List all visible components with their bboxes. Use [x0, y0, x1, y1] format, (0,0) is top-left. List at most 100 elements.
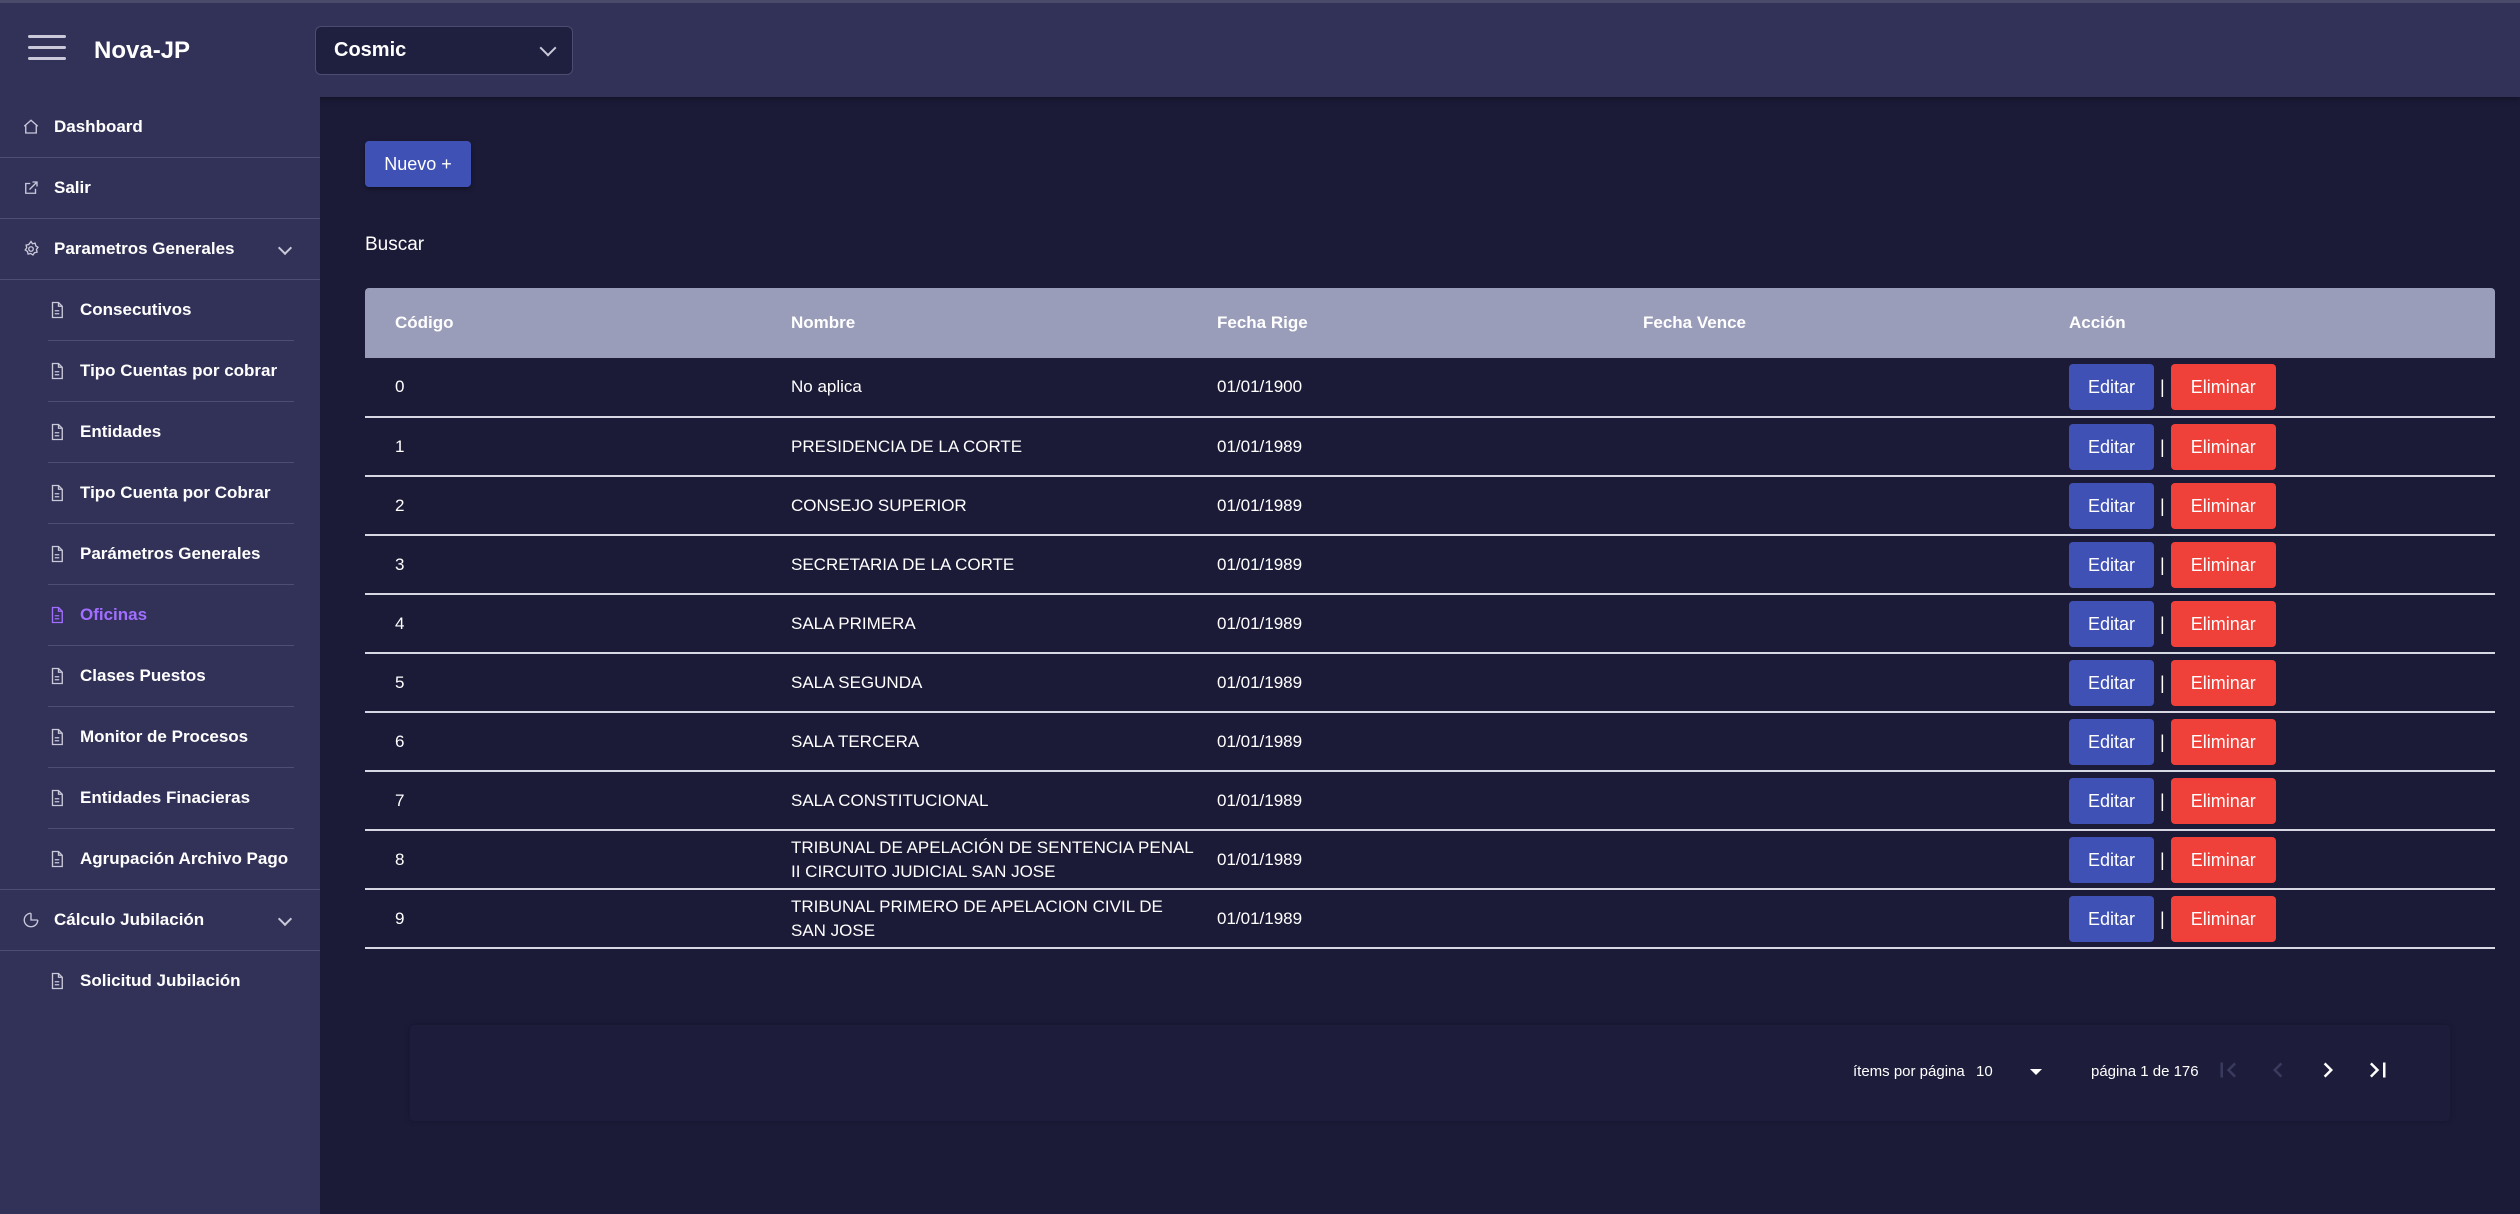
- cell-codigo-value: 1: [395, 436, 405, 456]
- cell-codigo-value: 2: [395, 495, 405, 515]
- edit-button[interactable]: Editar: [2069, 423, 2155, 470]
- sidebar-item-dashboard[interactable]: Dashboard: [0, 97, 320, 158]
- sidebar-item-oficinas[interactable]: Oficinas: [48, 585, 294, 646]
- cell-accion: Editar | Eliminar: [2069, 358, 2495, 417]
- cell-codigo: 8: [365, 830, 791, 889]
- delete-button[interactable]: Eliminar: [2170, 836, 2276, 883]
- cell-fecha-rige-value: 01/01/1989: [1217, 790, 1303, 810]
- cell-fecha-vence: [1643, 535, 2069, 594]
- previous-page-icon[interactable]: [2263, 1055, 2293, 1085]
- cell-accion: Editar | Eliminar: [2069, 476, 2495, 535]
- sidebar-item-label: Oficinas: [80, 605, 148, 624]
- chevron-down-icon[interactable]: [277, 240, 293, 256]
- table-row: 0 No aplica 01/01/1900 Editar | Eliminar: [365, 358, 2495, 417]
- new-button[interactable]: Nuevo +: [365, 141, 471, 187]
- cell-fecha-rige: 01/01/1989: [1217, 889, 1643, 948]
- sidebar-item-entidades-finacieras[interactable]: Entidades Finacieras: [48, 768, 294, 829]
- table-row: 9 TRIBUNAL PRIMERO DE APELACION CIVIL DE …: [365, 889, 2495, 948]
- edit-button[interactable]: Editar: [2069, 600, 2155, 647]
- sidebar-item-clases-puestos[interactable]: Clases Puestos: [48, 646, 294, 707]
- sidebar-item-monitor-de-procesos[interactable]: Monitor de Procesos: [48, 707, 294, 768]
- cell-nombre: TRIBUNAL DE APELACIÓN DE SENTENCIA PENAL…: [791, 830, 1217, 889]
- cell-codigo-value: 0: [395, 377, 405, 396]
- delete-button[interactable]: Eliminar: [2170, 541, 2276, 588]
- column-header-codigo: Código: [395, 313, 454, 332]
- cell-nombre-value: SALA CONSTITUCIONAL: [791, 790, 989, 810]
- sidebar-item-parametros-generales[interactable]: Parametros Generales: [0, 219, 320, 280]
- cell-fecha-vence: [1643, 771, 2069, 830]
- cell-accion: Editar | Eliminar: [2069, 653, 2495, 712]
- cell-codigo: 1: [365, 417, 791, 476]
- sidebar-item-label: Consecutivos: [80, 300, 192, 319]
- sidebar-item-label: Salir: [54, 178, 91, 197]
- sidebar-item-label: Parametros Generales: [54, 239, 235, 258]
- cell-nombre: TRIBUNAL PRIMERO DE APELACION CIVIL DE S…: [791, 889, 1217, 948]
- edit-button[interactable]: Editar: [2069, 659, 2155, 706]
- action-separator: |: [2160, 554, 2165, 575]
- file-icon: [48, 850, 66, 868]
- cell-accion: Editar | Eliminar: [2069, 535, 2495, 594]
- sidebar-item-solicitud-jubilacion[interactable]: Solicitud Jubilación: [48, 951, 294, 1011]
- cell-fecha-vence: [1643, 358, 2069, 417]
- sidebar-item-tipo-cuenta-por-cobrar[interactable]: Tipo Cuenta por Cobrar: [48, 463, 294, 524]
- sidebar-item-parametros-generales[interactable]: Parámetros Generales: [48, 524, 294, 585]
- delete-button[interactable]: Eliminar: [2170, 895, 2276, 942]
- sidebar-item-tipo-cuentas-por-cobrar[interactable]: Tipo Cuentas por cobrar: [48, 341, 294, 402]
- edit-button[interactable]: Editar: [2069, 364, 2155, 410]
- cell-fecha-rige: 01/01/1989: [1217, 417, 1643, 476]
- edit-button[interactable]: Editar: [2069, 836, 2155, 883]
- sidebar-item-agrupacion-archivo-pago[interactable]: Agrupación Archivo Pago: [48, 829, 294, 889]
- delete-button[interactable]: Eliminar: [2170, 718, 2276, 765]
- cell-codigo: 0: [365, 358, 791, 417]
- sidebar-item-label: Parámetros Generales: [80, 544, 261, 563]
- edit-button[interactable]: Editar: [2069, 541, 2155, 588]
- next-page-icon[interactable]: [2313, 1055, 2343, 1085]
- first-page-icon[interactable]: [2213, 1055, 2243, 1085]
- delete-button[interactable]: Eliminar: [2170, 777, 2276, 824]
- cell-accion: Editar | Eliminar: [2069, 417, 2495, 476]
- cell-fecha-vence: [1643, 476, 2069, 535]
- file-icon: [48, 789, 66, 807]
- app-title: Nova-JP: [94, 37, 191, 64]
- file-icon: [48, 545, 66, 563]
- cell-accion: Editar | Eliminar: [2069, 712, 2495, 771]
- sidebar-item-calculo-jubilacion[interactable]: Cálculo Jubilación: [0, 890, 320, 951]
- cell-fecha-rige: 01/01/1989: [1217, 594, 1643, 653]
- table-row: 1 PRESIDENCIA DE LA CORTE 01/01/1989 Editar…: [365, 417, 2495, 476]
- sidebar-item-entidades[interactable]: Entidades: [48, 402, 294, 463]
- edit-button[interactable]: Editar: [2069, 718, 2155, 765]
- cell-codigo: 9: [365, 889, 791, 948]
- edit-button[interactable]: Editar: [2069, 895, 2155, 942]
- delete-button[interactable]: Eliminar: [2170, 423, 2276, 470]
- cell-fecha-vence: [1643, 712, 2069, 771]
- menu-toggle-icon[interactable]: [28, 35, 66, 65]
- cell-fecha-rige: 01/01/1900: [1217, 358, 1643, 417]
- cell-nombre-value: CONSEJO SUPERIOR: [791, 495, 967, 515]
- column-header-fecha-vence: Fecha Vence: [1643, 313, 1747, 332]
- edit-button[interactable]: Editar: [2069, 482, 2155, 529]
- delete-button[interactable]: Eliminar: [2170, 482, 2276, 529]
- delete-button[interactable]: Eliminar: [2170, 600, 2276, 647]
- delete-button[interactable]: Eliminar: [2170, 364, 2276, 410]
- action-separator: |: [2160, 790, 2165, 811]
- edit-button[interactable]: Editar: [2069, 777, 2155, 824]
- file-icon: [48, 972, 66, 990]
- last-page-icon[interactable]: [2363, 1055, 2393, 1085]
- sidebar-item-consecutivos[interactable]: Consecutivos: [48, 280, 294, 341]
- sidebar-item-label: Clases Puestos: [80, 666, 206, 685]
- top-header: Nova-JP Cosmic: [0, 0, 2520, 97]
- cell-nombre-value: SALA PRIMERA: [791, 613, 916, 633]
- cell-fecha-rige: 01/01/1989: [1217, 830, 1643, 889]
- sidebar-item-salir[interactable]: Salir: [0, 158, 320, 219]
- cell-accion: Editar | Eliminar: [2069, 771, 2495, 830]
- cell-fecha-rige-value: 01/01/1989: [1217, 495, 1303, 515]
- theme-select[interactable]: Cosmic: [315, 26, 573, 75]
- cell-nombre-value: No aplica: [791, 377, 862, 396]
- delete-button[interactable]: Eliminar: [2170, 659, 2276, 706]
- dropdown-arrow-icon[interactable]: [2030, 1069, 2042, 1075]
- page-size-select[interactable]: 10: [1976, 1063, 1993, 1080]
- action-separator: |: [2160, 849, 2165, 870]
- cell-codigo: 4: [365, 594, 791, 653]
- chevron-down-icon[interactable]: [277, 911, 293, 927]
- external-link-icon: [22, 179, 40, 197]
